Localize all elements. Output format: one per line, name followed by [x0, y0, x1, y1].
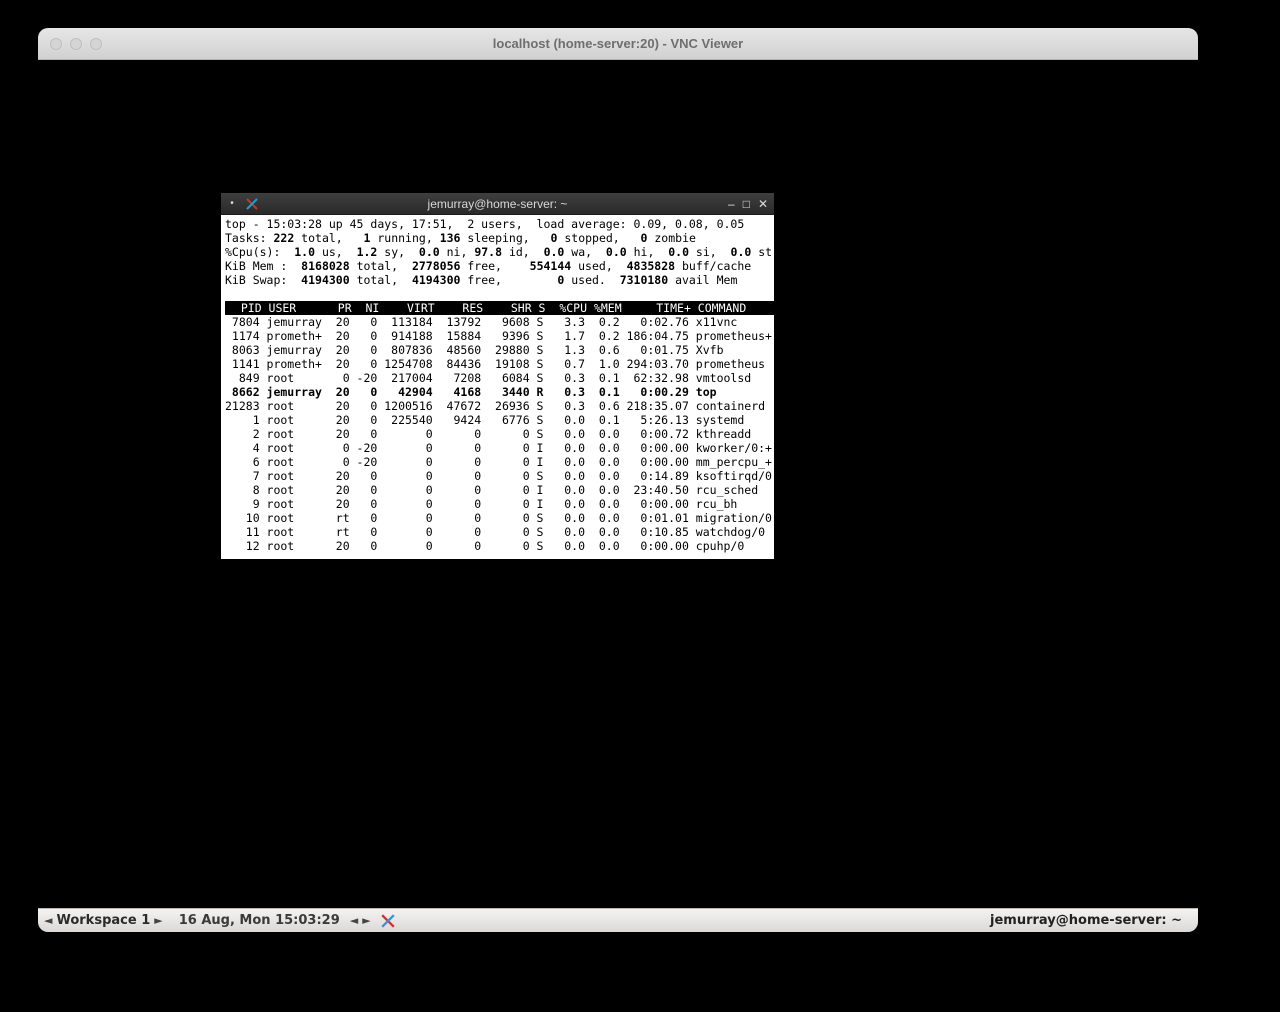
- tray-x-icon[interactable]: [379, 912, 397, 930]
- mac-titlebar[interactable]: localhost (home-server:20) - VNC Viewer: [38, 28, 1198, 60]
- workspace-next-icon[interactable]: ►: [154, 914, 162, 927]
- traffic-lights: [50, 38, 102, 50]
- workspace-prev-icon[interactable]: ◄: [44, 914, 52, 927]
- terminal-output[interactable]: top - 15:03:28 up 45 days, 17:51, 2 user…: [221, 215, 774, 559]
- maximize-button[interactable]: □: [743, 197, 750, 211]
- minimize-light[interactable]: [70, 38, 82, 50]
- tray-prev-icon[interactable]: ◄: [350, 914, 358, 927]
- close-light[interactable]: [50, 38, 62, 50]
- terminal-title: jemurray@home-server: ~: [221, 197, 774, 211]
- terminal-titlebar[interactable]: • jemurray@home-server: ~ – □ ✕: [221, 193, 774, 215]
- mac-window-title: localhost (home-server:20) - VNC Viewer: [38, 36, 1198, 51]
- zoom-light[interactable]: [90, 38, 102, 50]
- taskbar[interactable]: ◄ Workspace 1 ► 16 Aug, Mon 15:03:29 ◄ ►…: [38, 908, 1198, 932]
- workspace-switcher[interactable]: ◄ Workspace 1 ►: [38, 913, 169, 928]
- taskbar-clock[interactable]: 16 Aug, Mon 15:03:29: [169, 913, 350, 928]
- remote-desktop[interactable]: • jemurray@home-server: ~ – □ ✕ top - 15…: [38, 60, 1198, 932]
- tray-pager[interactable]: ◄ ►: [350, 914, 377, 927]
- taskbar-active-window[interactable]: jemurray@home-server: ~: [974, 913, 1198, 928]
- minimize-button[interactable]: –: [728, 197, 735, 211]
- tray-next-icon[interactable]: ►: [362, 914, 370, 927]
- workspace-label: Workspace 1: [56, 913, 150, 928]
- close-button[interactable]: ✕: [758, 197, 768, 211]
- vnc-window: localhost (home-server:20) - VNC Viewer …: [38, 28, 1198, 932]
- terminal-window[interactable]: • jemurray@home-server: ~ – □ ✕ top - 15…: [220, 192, 775, 560]
